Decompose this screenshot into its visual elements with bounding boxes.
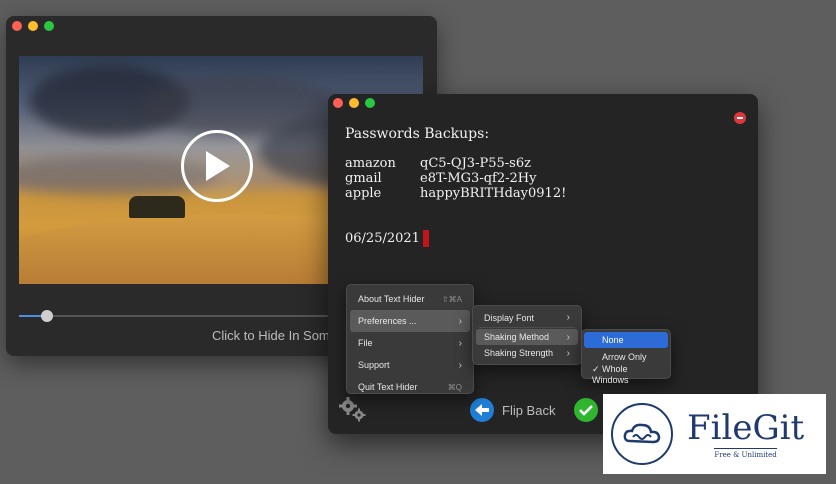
minimize-window-button[interactable] <box>349 98 359 108</box>
flip-back-label: Flip Back <box>502 402 556 418</box>
filegit-text: FileGit Free & Unlimited <box>687 410 804 459</box>
filegit-watermark: FileGit Free & Unlimited <box>603 394 826 474</box>
zoom-window-button[interactable] <box>44 21 54 31</box>
gear-icon[interactable] <box>338 396 368 427</box>
note-title: Passwords Backups: <box>345 126 490 142</box>
chevron-right-icon: › <box>566 331 570 343</box>
filegit-logo <box>611 403 673 465</box>
window-controls <box>333 98 375 108</box>
note-date[interactable]: 06/25/2021 <box>345 230 429 247</box>
shaking-method-submenu: None Arrow Only ✓ Whole Windows <box>581 329 671 385</box>
play-button[interactable] <box>181 130 253 202</box>
brand-name: FileGit <box>687 407 805 448</box>
menu-item-quit[interactable]: Quit Text Hider ⌘Q <box>350 376 470 398</box>
checkmark-icon: ✓ <box>592 363 600 374</box>
close-window-button[interactable] <box>333 98 343 108</box>
close-window-button[interactable] <box>12 21 22 31</box>
chevron-right-icon: › <box>458 315 462 327</box>
menu-item-none[interactable]: None <box>584 332 668 348</box>
password-value: happyBRITHday0912! <box>420 186 567 201</box>
preferences-submenu: Display Font › Shaking Method › Shaking … <box>472 305 582 365</box>
chevron-right-icon: › <box>458 337 462 349</box>
brand-tagline: Free & Unlimited <box>714 447 777 459</box>
menu-item-label: None <box>602 335 624 345</box>
chevron-right-icon: › <box>566 347 570 359</box>
menu-item-label: Arrow Only <box>602 352 647 362</box>
window-controls <box>12 21 54 31</box>
zoom-window-button[interactable] <box>365 98 375 108</box>
menu-shortcut: ⌘Q <box>447 382 462 392</box>
text-cursor <box>422 230 429 247</box>
menu-item-file[interactable]: File › <box>350 332 470 354</box>
menu-item-label: File <box>358 338 373 348</box>
password-value: e8T-MG3-qf2-2Hy <box>420 171 537 186</box>
menu-item-shaking-strength[interactable]: Shaking Strength › <box>476 345 578 361</box>
play-icon <box>206 151 230 181</box>
password-row: gmail e8T-MG3-qf2-2Hy <box>345 171 536 186</box>
cloud-icon <box>623 423 661 444</box>
arrow-left-icon <box>470 398 494 422</box>
trees <box>129 196 185 218</box>
menu-item-label: Display Font <box>484 312 535 323</box>
settings-menu: About Text Hider ⇧⌘A Preferences ... › F… <box>346 284 474 394</box>
menu-item-label: Preferences ... <box>358 316 417 326</box>
menu-item-about[interactable]: About Text Hider ⇧⌘A <box>350 288 470 310</box>
menu-item-preferences[interactable]: Preferences ... › <box>350 310 470 332</box>
hide-label: Click to Hide In Some <box>212 328 337 343</box>
menu-item-label: About Text Hider <box>358 294 425 304</box>
chevron-right-icon: › <box>458 359 462 371</box>
menu-item-label: Shaking Method <box>484 332 550 342</box>
password-row: amazon qC5-QJ3-P55-s6z <box>345 156 531 171</box>
password-row: apple happyBRITHday0912! <box>345 186 566 201</box>
menu-item-label: Support <box>358 360 390 370</box>
confirm-button[interactable] <box>574 398 598 422</box>
site-name: apple <box>345 186 382 201</box>
menu-item-shaking-method[interactable]: Shaking Method › <box>476 329 578 345</box>
menu-item-display-font[interactable]: Display Font › <box>476 309 578 326</box>
menu-item-support[interactable]: Support › <box>350 354 470 376</box>
menu-item-label: Quit Text Hider <box>358 382 418 392</box>
site-name: gmail <box>345 171 382 186</box>
date-text: 06/25/2021 <box>345 231 420 246</box>
flip-back-button[interactable]: Flip Back <box>470 398 555 422</box>
menu-shortcut: ⇧⌘A <box>441 294 462 304</box>
checkmark-icon <box>579 405 593 416</box>
menu-item-label: Shaking Strength <box>484 348 554 358</box>
slider-knob[interactable] <box>41 310 54 322</box>
password-value: qC5-QJ3-P55-s6z <box>420 156 531 171</box>
minimize-window-button[interactable] <box>28 21 38 31</box>
menu-divider <box>479 327 575 328</box>
remove-icon[interactable] <box>734 112 746 124</box>
menu-item-whole-windows[interactable]: ✓ Whole Windows <box>584 363 668 385</box>
site-name: amazon <box>345 156 396 171</box>
chevron-right-icon: › <box>566 312 570 323</box>
